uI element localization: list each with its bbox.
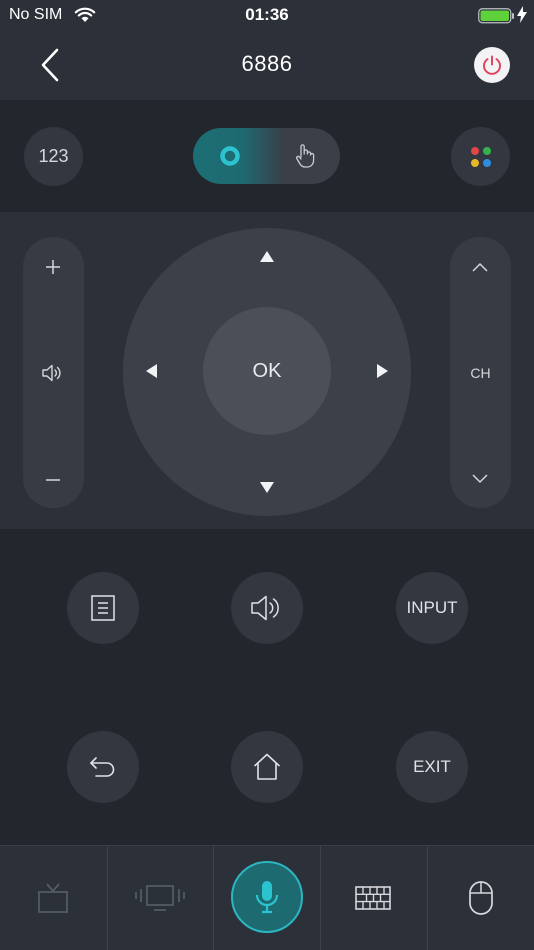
return-button[interactable] [67,731,139,803]
home-icon [253,753,281,780]
power-icon [483,55,501,75]
minus-icon [46,479,60,481]
clock: 01:36 [245,5,289,24]
keyboard-icon [355,886,391,910]
screen-mirror-icon [135,885,185,911]
exit-label: EXIT [413,757,451,776]
triangle-down-icon [260,481,274,493]
input-button[interactable]: INPUT [396,572,468,644]
touchpad-mode-option[interactable] [289,140,321,172]
tab-keyboard[interactable] [320,846,426,950]
apps-dots-icon [470,146,491,167]
tab-voice[interactable] [231,861,303,933]
dpad-left-button[interactable] [131,351,171,391]
channel-label: CH [470,365,491,381]
microphone-icon [255,881,279,914]
tab-tv[interactable] [0,846,106,950]
number-pad-label: 123 [38,146,69,166]
dpad-right-button[interactable] [362,351,402,391]
dpad-down-button[interactable] [247,467,287,507]
triangle-up-icon [260,250,274,262]
page-title: 6886 [241,51,293,76]
channel-up-button[interactable] [460,247,500,287]
charging-icon [517,6,527,28]
plus-icon [46,260,60,274]
control-mode-toggle[interactable] [193,128,340,184]
dpad-mode-option[interactable] [215,141,245,171]
triangle-right-icon [376,364,388,378]
ring-dot-icon [220,146,240,166]
volume-up-button[interactable] [33,247,73,287]
tab-divider [213,846,214,950]
chevron-up-icon [472,262,488,272]
speaker-icon [42,364,61,382]
tab-mouse[interactable] [427,846,534,950]
pointer-hand-icon [296,144,315,168]
input-label: INPUT [406,598,458,617]
volume-down-button[interactable] [33,460,73,500]
dpad-up-button[interactable] [247,236,287,276]
battery-icon [478,8,515,29]
ok-label: OK [252,359,282,382]
tv-icon [38,883,68,913]
return-arrow-icon [90,757,115,777]
triangle-left-icon [145,364,157,378]
exit-button[interactable]: EXIT [396,731,468,803]
speaker-icon [251,595,279,621]
chevron-down-icon [472,474,488,484]
apps-button[interactable] [451,127,510,186]
ok-button[interactable]: OK [203,307,331,435]
menu-list-icon [91,595,115,621]
mouse-icon [468,881,493,915]
channel-down-button[interactable] [460,459,500,499]
volume-indicator [33,353,73,393]
number-pad-button[interactable]: 123 [24,127,83,186]
power-button[interactable] [474,47,510,83]
home-button[interactable] [231,731,303,803]
mute-button[interactable] [231,572,303,644]
menu-button[interactable] [67,572,139,644]
tab-screen-mirror[interactable] [107,846,213,950]
